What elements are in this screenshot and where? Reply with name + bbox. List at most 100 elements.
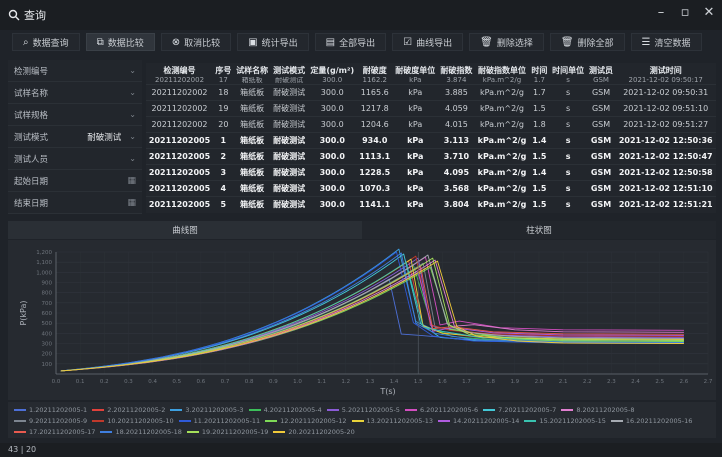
- filter-3[interactable]: 试样规格 ⌄: [8, 104, 142, 126]
- chevron-down-icon[interactable]: ⌄: [129, 66, 136, 75]
- toolbar-button-8[interactable]: 🗑 删除全部: [549, 33, 625, 51]
- minimize-icon[interactable]: –: [654, 6, 668, 20]
- column-header[interactable]: 耐破指数: [438, 63, 475, 77]
- table-row[interactable]: 20211202005 1 箱纸板 耐破测试 300.0 934.0 kPa 3.113 kPa…: [146, 132, 716, 149]
- chevron-down-icon[interactable]: ⌄: [129, 110, 136, 119]
- table-cell: 1228.5: [356, 164, 393, 181]
- legend-item[interactable]: 15.20211202005-15: [524, 416, 606, 426]
- toolbar-button-6[interactable]: ☑ 曲线导出: [392, 33, 464, 51]
- table-cell: kPa: [392, 116, 438, 133]
- table-cell: 300.0: [307, 116, 357, 133]
- legend-item[interactable]: 17.20211202005-17: [14, 427, 95, 437]
- legend-item[interactable]: 14.20211202005-14: [438, 416, 519, 426]
- column-header[interactable]: 时间: [529, 63, 550, 77]
- table-cell: 3: [213, 164, 234, 181]
- column-header[interactable]: 试样名称: [234, 63, 271, 77]
- table-cell: 耐破测试: [270, 148, 308, 165]
- toolbar-button-3[interactable]: ⊗ 取消比较: [160, 33, 232, 51]
- calendar-icon[interactable]: ▦: [127, 176, 136, 186]
- column-header[interactable]: 时间单位: [550, 63, 587, 77]
- close-icon[interactable]: ✕: [702, 6, 716, 20]
- legend-label: 15.20211202005-15: [539, 417, 606, 425]
- filter-2[interactable]: 试样名称 ⌄: [8, 82, 142, 104]
- table-row[interactable]: 20211202005 4 箱纸板 耐破测试 300.0 1070.3 kPa 3.568 kP…: [146, 180, 716, 197]
- toolbar-button-9[interactable]: ☰ 清空数据: [630, 33, 702, 51]
- x-tick-label: 0.3: [124, 379, 133, 385]
- legend-item[interactable]: 5.20211202005-5: [326, 405, 400, 415]
- legend-item[interactable]: 4.20211202005-4: [248, 405, 322, 415]
- column-header[interactable]: 定量(g/m²): [308, 63, 357, 77]
- table-cell: kPa: [392, 196, 438, 213]
- filter-5[interactable]: 测试人员 ⌄: [8, 148, 142, 170]
- table-cell: 20211202005: [146, 180, 214, 197]
- legend-swatch: [248, 409, 261, 411]
- column-header[interactable]: 耐破度单位: [393, 63, 438, 77]
- status-bar: 43 | 20: [0, 443, 722, 457]
- column-header[interactable]: 序号: [213, 63, 234, 77]
- chevron-down-icon[interactable]: ⌄: [129, 154, 136, 163]
- table-row[interactable]: 20211202002 19 箱纸板 耐破测试 300.0 1217.8 kPa 4.059 k…: [146, 100, 716, 117]
- column-header[interactable]: 耐破指数单位: [475, 63, 529, 77]
- x-axis-title: T(s): [379, 387, 395, 396]
- legend-item[interactable]: 10.20211202005-10: [92, 416, 174, 426]
- calendar-icon[interactable]: ▦: [127, 198, 136, 208]
- legend-item[interactable]: 1.20211202005-1: [14, 405, 87, 415]
- filter-1[interactable]: 检测编号 ⌄: [8, 60, 142, 82]
- table-cell: kPa: [392, 164, 438, 181]
- table-row[interactable]: 20211202005 2 箱纸板 耐破测试 300.0 1113.1 kPa 3.710 kP…: [146, 148, 716, 165]
- legend-item[interactable]: 18.20211202005-18: [100, 427, 182, 437]
- column-header[interactable]: 检测编号: [146, 63, 213, 77]
- x-tick-label: 1.8: [486, 379, 495, 385]
- table-row-partial[interactable]: 20211202002 17 箱纸板 耐破测试 300.0 1162.2 kPa 3.874 k…: [146, 77, 716, 85]
- legend-item[interactable]: 2.20211202005-2: [92, 405, 165, 415]
- table-cell: 耐破测试: [270, 196, 308, 213]
- tab-curve[interactable]: 曲线图: [8, 221, 362, 239]
- table-cell: GSM: [586, 196, 616, 213]
- toolbar-button-5[interactable]: ▤ 全部导出: [314, 33, 387, 51]
- toolbar-button-1[interactable]: ⌕ 数据查询: [12, 33, 80, 51]
- legend-item[interactable]: 13.20211202005-13: [351, 416, 433, 426]
- tab-bar[interactable]: 柱状图: [362, 221, 716, 239]
- table-row[interactable]: 20211202005 5 箱纸板 耐破测试 300.0 1141.1 kPa 3.804 kP…: [146, 196, 716, 213]
- column-header[interactable]: 测试模式: [271, 63, 308, 77]
- table-row[interactable]: 20211202005 3 箱纸板 耐破测试 300.0 1228.5 kPa 4.095 kP…: [146, 164, 716, 181]
- table-cell: 3.568: [437, 180, 475, 197]
- title-bar: 查询 – ▫ ✕: [0, 0, 722, 30]
- legend-item[interactable]: 11.20211202005-11: [178, 416, 260, 426]
- legend-swatch: [100, 431, 113, 433]
- chevron-down-icon[interactable]: ⌄: [129, 132, 136, 141]
- x-tick-label: 0.0: [52, 379, 61, 385]
- column-header[interactable]: 耐破度: [357, 63, 393, 77]
- toolbar-button-7[interactable]: 🗑 删除选择: [469, 33, 544, 51]
- table-cell: 耐破测试: [270, 100, 308, 117]
- x-tick-label: 1.1: [317, 379, 326, 385]
- legend-item[interactable]: 19.20211202005-19: [186, 427, 268, 437]
- table-row[interactable]: 20211202002 20 箱纸板 耐破测试 300.0 1204.6 kPa 4.015 k…: [146, 116, 716, 133]
- legend-item[interactable]: 12.20211202005-12: [265, 416, 347, 426]
- column-header[interactable]: 测试时间: [615, 63, 716, 77]
- legend-item[interactable]: 16.20211202005-16: [610, 416, 692, 426]
- table-cell: kPa.m^2/g: [474, 116, 530, 133]
- chevron-down-icon[interactable]: ⌄: [129, 88, 136, 97]
- legend-item[interactable]: 9.20211202005-9: [14, 416, 87, 426]
- table-cell: 300.0: [307, 84, 357, 101]
- legend-item[interactable]: 7.20211202005-7: [483, 405, 556, 415]
- table-row[interactable]: 20211202002 18 箱纸板 耐破测试 300.0 1165.6 kPa 3.885 k…: [146, 84, 716, 101]
- y-tick-label: 200: [42, 352, 53, 358]
- table-cell: 2021-12-02 12:51:10: [615, 180, 716, 197]
- table-cell: 1.7: [533, 77, 545, 84]
- maximize-icon[interactable]: ▫: [678, 6, 692, 20]
- table-cell: 耐破测试: [270, 116, 308, 133]
- filter-4[interactable]: 测试模式 耐破测试 ⌄: [8, 126, 142, 148]
- toolbar-button-4[interactable]: ▣ 统计导出: [237, 33, 309, 51]
- toolbar-button-2[interactable]: ⧉ 数据比较: [85, 33, 155, 51]
- x-tick-label: 0.9: [269, 379, 278, 385]
- filter-7[interactable]: 结束日期 ▦: [8, 192, 142, 214]
- legend-item[interactable]: 6.20211202005-6: [404, 405, 478, 415]
- table-cell: 2021-12-02 09:51:10: [615, 100, 716, 117]
- filter-6[interactable]: 起始日期 ▦: [8, 170, 142, 192]
- legend-item[interactable]: 8.20211202005-8: [561, 405, 635, 415]
- column-header[interactable]: 测试员: [587, 63, 616, 77]
- legend-item[interactable]: 3.20211202005-3: [170, 405, 244, 415]
- legend-item[interactable]: 20.20211202005-20: [273, 427, 355, 437]
